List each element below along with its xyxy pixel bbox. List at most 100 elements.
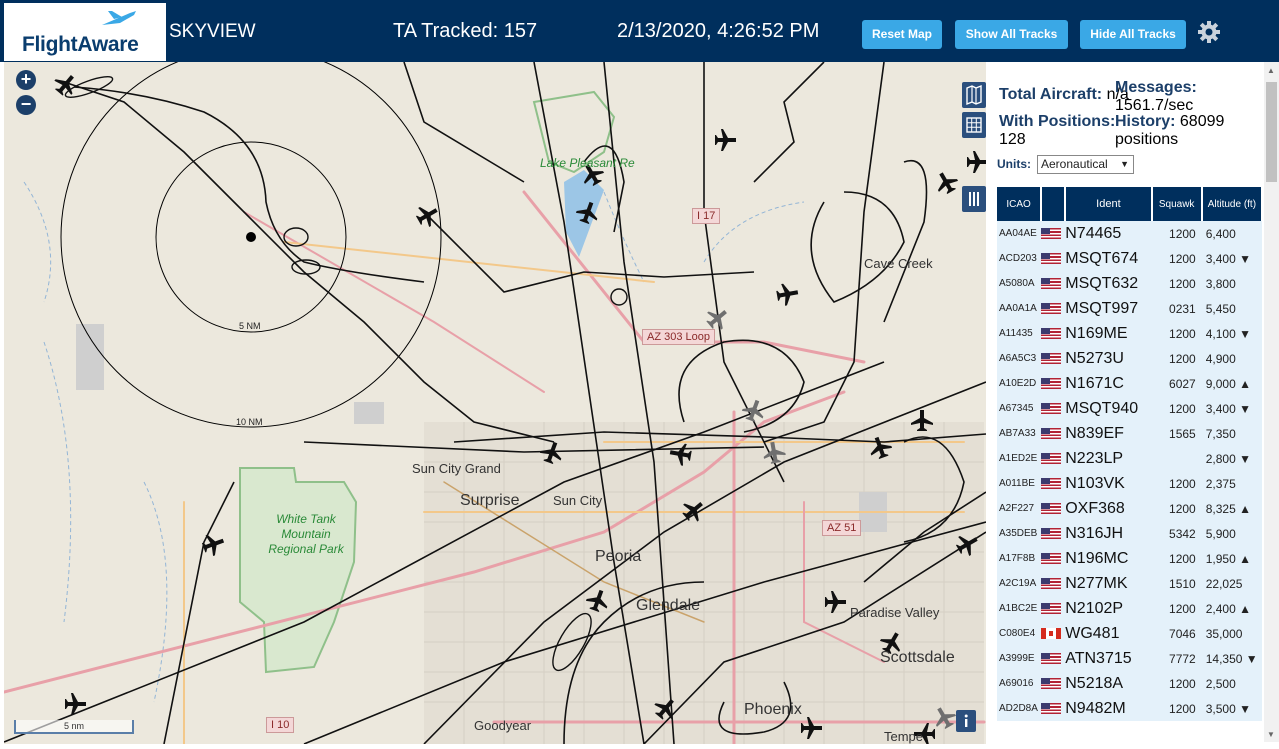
aircraft-icao: AD2D8A: [997, 696, 1042, 721]
aircraft-altitude: 3,800: [1201, 271, 1262, 296]
app-title: SKYVIEW: [169, 21, 256, 42]
aircraft-altitude: 4,100 ▼: [1201, 321, 1262, 346]
map-canvas[interactable]: [4, 62, 986, 744]
table-row[interactable]: A11435 N169ME 1200 4,100 ▼: [997, 321, 1262, 346]
show-all-tracks-button[interactable]: Show All Tracks: [955, 20, 1068, 49]
gear-icon[interactable]: [1197, 20, 1221, 44]
table-row[interactable]: A3999E ATN3715 7772 14,350 ▼: [997, 646, 1262, 671]
scroll-up-icon[interactable]: ▲: [1267, 66, 1275, 75]
hide-all-tracks-button[interactable]: Hide All Tracks: [1080, 20, 1186, 49]
aircraft-icao: A69016: [997, 671, 1042, 696]
table-row[interactable]: AA0A1A MSQT997 0231 5,450: [997, 296, 1262, 321]
panel-scrollbar[interactable]: ▲ ▼: [1264, 62, 1279, 742]
info-icon[interactable]: [956, 710, 976, 732]
table-row[interactable]: A10E2D N1671C 6027 9,000 ▲: [997, 371, 1262, 396]
table-row[interactable]: A1BC2E N2102P 1200 2,400 ▲: [997, 596, 1262, 621]
aircraft-icao: AA0A1A: [997, 296, 1042, 321]
columns-icon[interactable]: [962, 186, 986, 212]
aircraft-ident: N839EF: [1065, 421, 1152, 446]
aircraft-squawk: 1200: [1151, 471, 1202, 496]
zoom-out-button[interactable]: −: [16, 95, 36, 115]
aircraft-altitude: 1,950 ▲: [1201, 546, 1262, 571]
flightaware-logo[interactable]: FlightAware: [4, 3, 166, 61]
with-positions-stat: With Positions: 128: [999, 113, 1115, 149]
place-label: Scottsdale: [880, 649, 955, 666]
col-altitude[interactable]: Altitude (ft): [1201, 187, 1264, 221]
aircraft-icao: A5080A: [997, 271, 1042, 296]
zoom-in-button[interactable]: +: [16, 70, 36, 90]
table-row[interactable]: A17F8B N196MC 1200 1,950 ▲: [997, 546, 1262, 571]
place-label: Cave Creek: [864, 256, 933, 271]
table-row[interactable]: AA04AE N74465 1200 6,400: [997, 221, 1262, 246]
aircraft-altitude: 5,450: [1201, 296, 1262, 321]
app-header: FlightAware SKYVIEW TA Tracked: 157 2/13…: [0, 0, 1279, 62]
col-icao[interactable]: ICAO: [997, 187, 1043, 221]
table-row[interactable]: A69016 N5218A 1200 2,500: [997, 671, 1262, 696]
scrollbar-thumb[interactable]: [1266, 82, 1277, 182]
col-ident[interactable]: Ident: [1065, 187, 1153, 221]
scroll-down-icon[interactable]: ▼: [1267, 730, 1275, 739]
aircraft-altitude: 5,900: [1201, 521, 1262, 546]
aircraft-ident: ATN3715: [1065, 646, 1152, 671]
table-row[interactable]: AB7A33 N839EF 1565 7,350: [997, 421, 1262, 446]
table-row[interactable]: A6A5C3 N5273U 1200 4,900: [997, 346, 1262, 371]
aircraft-icao: A1BC2E: [997, 596, 1042, 621]
aircraft-ident: N2102P: [1065, 596, 1152, 621]
history-label: History:: [1115, 113, 1176, 130]
table-row[interactable]: A5080A MSQT632 1200 3,800: [997, 271, 1262, 296]
place-label: Sun City Grand: [412, 461, 501, 476]
table-row[interactable]: A2F227 OXF368 1200 8,325 ▲: [997, 496, 1262, 521]
table-row[interactable]: A35DEB N316JH 5342 5,900: [997, 521, 1262, 546]
us-flag-icon: [1041, 352, 1062, 364]
table-row[interactable]: A1ED2E N223LP 2,800 ▼: [997, 446, 1262, 471]
units-row: Units:: [997, 157, 1031, 171]
col-flag[interactable]: [1041, 187, 1067, 221]
us-flag-icon: [1041, 227, 1062, 239]
plane-logo-icon: [102, 11, 136, 25]
table-row[interactable]: ACD203 MSQT674 1200 3,400 ▼: [997, 246, 1262, 271]
aircraft-ident: MSQT997: [1065, 296, 1152, 321]
total-aircraft-label: Total Aircraft:: [999, 86, 1103, 103]
col-squawk[interactable]: Squawk: [1151, 187, 1203, 221]
aircraft-squawk: 5342: [1151, 521, 1202, 546]
table-row[interactable]: C080E4 WG481 7046 35,000: [997, 621, 1262, 646]
aircraft-altitude: 2,800 ▼: [1201, 446, 1262, 471]
aircraft-squawk: [1151, 446, 1202, 471]
aircraft-squawk: 1200: [1151, 546, 1202, 571]
aircraft-squawk: 7046: [1151, 621, 1202, 646]
table-row[interactable]: A2C19A N277MK 1510 22,025: [997, 571, 1262, 596]
country-flag-icon: [1041, 521, 1066, 546]
aircraft-ident: OXF368: [1065, 496, 1152, 521]
units-label: Units:: [997, 157, 1031, 171]
aircraft-icao: A3999E: [997, 646, 1042, 671]
country-flag-icon: [1041, 696, 1066, 721]
us-flag-icon: [1041, 527, 1062, 539]
place-label: Surprise: [460, 492, 520, 509]
table-row[interactable]: A67345 MSQT940 1200 3,400 ▼: [997, 396, 1262, 421]
aircraft-ident: N1671C: [1065, 371, 1152, 396]
country-flag-icon: [1041, 271, 1066, 296]
us-flag-icon: [1041, 402, 1062, 414]
country-flag-icon: [1041, 621, 1066, 646]
country-flag-icon: [1041, 346, 1066, 371]
units-dropdown[interactable]: Aeronautical ▼: [1037, 155, 1134, 174]
us-flag-icon: [1041, 577, 1062, 589]
us-flag-icon: [1041, 477, 1062, 489]
aircraft-icao: A2C19A: [997, 571, 1042, 596]
aircraft-altitude: 35,000: [1201, 621, 1262, 646]
us-flag-icon: [1041, 252, 1062, 264]
aircraft-ident: WG481: [1065, 621, 1152, 646]
park-label: Lake Pleasant Re: [540, 156, 635, 170]
reset-map-button[interactable]: Reset Map: [862, 20, 942, 49]
aircraft-altitude: 7,350: [1201, 421, 1262, 446]
flight-map[interactable]: 5 NM 10 NM Cave Creek Sun City Grand Sur…: [4, 62, 986, 744]
table-row[interactable]: AD2D8A N9482M 1200 3,500 ▼: [997, 696, 1262, 721]
map-layers-icon[interactable]: [962, 82, 986, 108]
country-flag-icon: [1041, 221, 1066, 246]
us-flag-icon: [1041, 652, 1062, 664]
country-flag-icon: [1041, 321, 1066, 346]
table-row[interactable]: A011BE N103VK 1200 2,375: [997, 471, 1262, 496]
grid-icon[interactable]: [962, 112, 986, 138]
canada-flag-icon: [1041, 627, 1062, 639]
aircraft-altitude: 3,500 ▼: [1201, 696, 1262, 721]
